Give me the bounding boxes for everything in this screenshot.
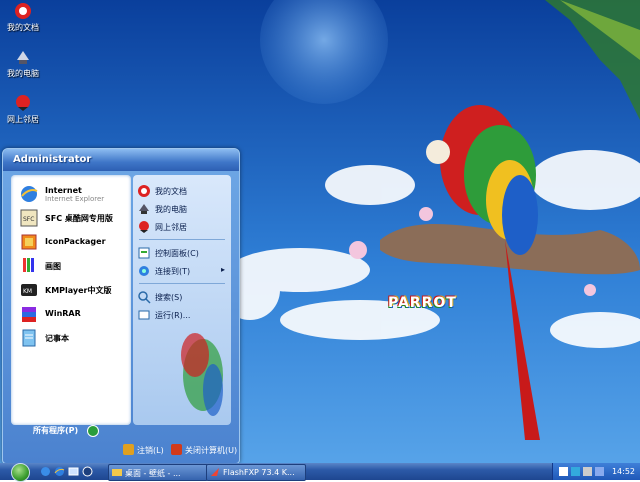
desktop-icon-my-computer[interactable]: 我的电脑 bbox=[2, 48, 44, 79]
clock[interactable]: 14:52 bbox=[612, 467, 635, 476]
place-my-documents[interactable]: 我的文档 bbox=[137, 183, 227, 199]
desktop-icon-label: 我的电脑 bbox=[7, 69, 39, 78]
place-run[interactable]: 运行(R)... bbox=[137, 307, 227, 323]
quicklaunch-desktop-icon[interactable] bbox=[68, 466, 79, 477]
run-icon bbox=[138, 310, 150, 320]
wallpaper-parrot-text: PARROT bbox=[388, 295, 457, 311]
connect-to-icon bbox=[139, 266, 149, 276]
task-flashfxp[interactable]: FlashFXP 73.4 K... bbox=[206, 464, 306, 481]
logoff-icon bbox=[123, 444, 134, 455]
my-documents-icon bbox=[15, 3, 31, 19]
program-iconpackager[interactable]: IconPackager bbox=[19, 231, 131, 253]
internet-explorer-icon bbox=[21, 186, 38, 202]
sfc-icon: SFC bbox=[20, 209, 38, 227]
program-sfc[interactable]: SFC SFC 桌酷网专用版 bbox=[19, 207, 131, 229]
pinned-programs-panel: Internet Internet Explorer SFC SFC 桌酷网专用… bbox=[11, 175, 131, 425]
tray-volume-icon[interactable] bbox=[583, 467, 592, 476]
places-panel: 我的文档 我的电脑 网上邻居 控制面板(C) 连接到(T) ▸ 搜索(S) 运行… bbox=[133, 175, 231, 425]
tray-expand-icon[interactable] bbox=[559, 467, 568, 476]
my-computer-icon bbox=[17, 51, 29, 64]
user-name: Administrator bbox=[13, 154, 92, 165]
start-menu: Administrator Internet Internet Explorer… bbox=[2, 148, 240, 464]
quicklaunch-media-icon[interactable] bbox=[82, 466, 93, 477]
program-paint[interactable]: 画图 bbox=[19, 255, 131, 277]
flashfxp-icon bbox=[211, 468, 219, 476]
quicklaunch-browser-icon[interactable] bbox=[40, 466, 51, 477]
my-documents-icon bbox=[138, 185, 150, 197]
desktop-icon-network-places[interactable]: 网上邻居 bbox=[2, 94, 44, 125]
my-computer-icon bbox=[139, 204, 149, 214]
svg-text:SFC: SFC bbox=[23, 216, 34, 223]
start-menu-footer: 注销(L) 关闭计算机(U) bbox=[3, 443, 239, 457]
place-control-panel[interactable]: 控制面板(C) bbox=[137, 245, 227, 261]
start-button[interactable] bbox=[11, 463, 30, 482]
quicklaunch-ie-icon[interactable] bbox=[54, 466, 65, 477]
tray-network-icon[interactable] bbox=[571, 467, 580, 476]
place-connect-to[interactable]: 连接到(T) ▸ bbox=[137, 263, 227, 279]
paint-icon bbox=[23, 258, 34, 272]
places-separator bbox=[139, 239, 225, 240]
program-notepad[interactable]: 记事本 bbox=[19, 327, 131, 349]
place-my-computer[interactable]: 我的电脑 bbox=[137, 201, 227, 217]
desktop-icon-my-documents[interactable]: 我的文档 bbox=[2, 2, 44, 33]
winrar-icon bbox=[22, 307, 36, 322]
kmplayer-icon: KM bbox=[21, 284, 37, 296]
place-network[interactable]: 网上邻居 bbox=[137, 219, 227, 235]
desktop-icon-label: 我的文档 bbox=[7, 23, 39, 32]
network-places-icon bbox=[139, 221, 149, 233]
place-search[interactable]: 搜索(S) bbox=[137, 289, 227, 305]
all-programs-arrow-icon[interactable] bbox=[87, 425, 99, 437]
places-separator bbox=[139, 283, 225, 284]
tray-app-icon[interactable] bbox=[595, 467, 604, 476]
control-panel-icon bbox=[138, 247, 150, 259]
all-programs-button[interactable]: 所有程序(P) bbox=[33, 425, 78, 436]
program-internet-explorer[interactable]: Internet Internet Explorer bbox=[19, 183, 131, 205]
svg-text:KM: KM bbox=[23, 288, 32, 295]
notepad-icon bbox=[22, 329, 36, 347]
system-tray: 14:52 bbox=[552, 463, 640, 480]
search-icon bbox=[138, 291, 151, 304]
folder-icon bbox=[112, 469, 122, 476]
iconpackager-icon bbox=[21, 234, 37, 250]
network-places-icon bbox=[16, 95, 30, 111]
taskbar: 桌面 - 壁纸 - ... FlashFXP 73.4 K... 14:52 bbox=[0, 463, 640, 482]
submenu-arrow-icon: ▸ bbox=[221, 265, 226, 274]
program-kmplayer[interactable]: KM KMPlayer中文版 bbox=[19, 279, 131, 301]
power-icon bbox=[171, 444, 182, 455]
task-desktop-wallpaper[interactable]: 桌面 - 壁纸 - ... bbox=[108, 464, 208, 481]
program-winrar[interactable]: WinRAR bbox=[19, 303, 131, 325]
desktop-icon-label: 网上邻居 bbox=[7, 115, 39, 124]
start-menu-header: Administrator bbox=[3, 149, 239, 171]
